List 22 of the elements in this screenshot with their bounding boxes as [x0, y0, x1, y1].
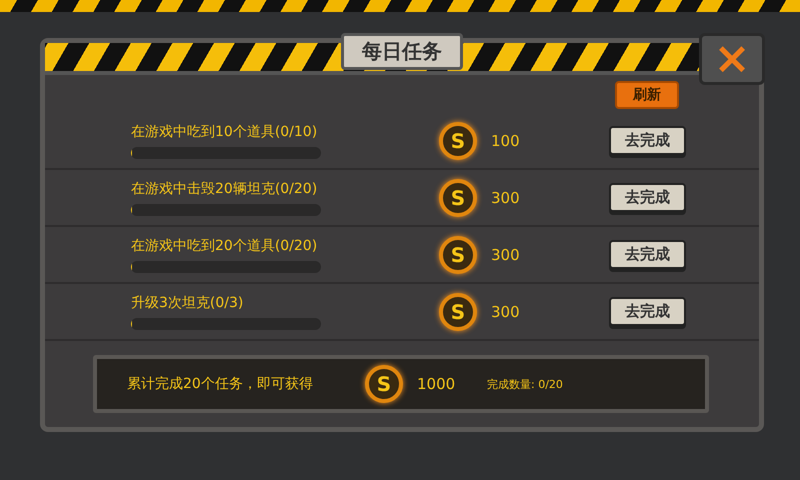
go-complete-button[interactable]: 去完成	[609, 126, 686, 155]
reward-amount: 1000	[417, 375, 456, 393]
coin-icon: S	[365, 365, 403, 403]
completed-count: 完成数量: 0/20	[487, 376, 563, 392]
coin-icon: S	[439, 236, 477, 274]
go-complete-button[interactable]: 去完成	[609, 240, 686, 269]
coin-icon: S	[439, 122, 477, 160]
go-complete-button[interactable]: 去完成	[609, 183, 686, 212]
task-text: 在游戏中击毁20辆坦克(0/20)	[131, 180, 318, 198]
window-title: 每日任务	[341, 32, 463, 70]
reward-amount: 300	[491, 246, 521, 264]
coin-icon: S	[439, 178, 477, 216]
summary-text: 累计完成20个任务，即可获得	[127, 375, 314, 393]
go-complete-button[interactable]: 去完成	[609, 297, 686, 326]
refresh-button[interactable]: 刷新	[615, 81, 679, 109]
task-text: 在游戏中吃到10个道具(0/10)	[131, 122, 318, 140]
coin-icon: S	[439, 292, 477, 330]
task-text: 升级3次坦克(0/3)	[131, 294, 244, 312]
reward-amount: 300	[491, 302, 521, 320]
reward-amount: 300	[491, 188, 521, 206]
reward-amount: 100	[491, 132, 521, 150]
task-text: 在游戏中吃到20个道具(0/20)	[131, 236, 318, 254]
